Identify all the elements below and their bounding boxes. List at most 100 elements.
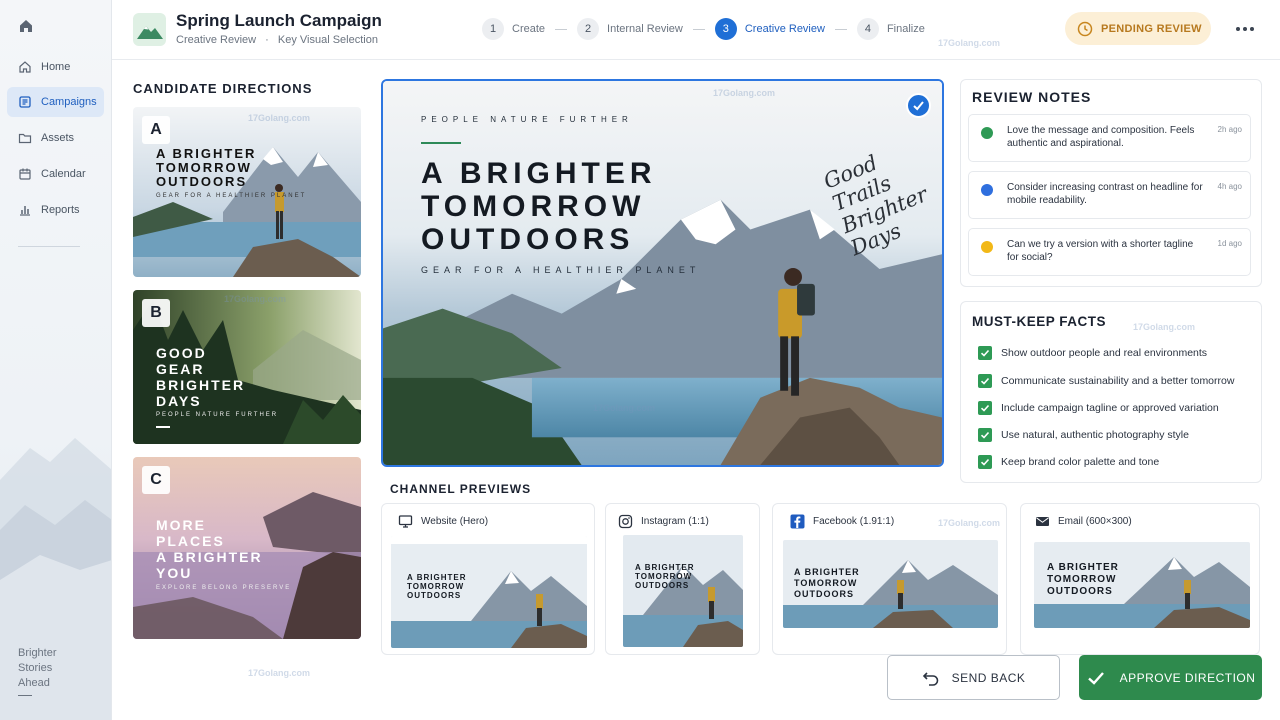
review-note[interactable]: Can we try a version with a shorter tagl… [968, 228, 1251, 276]
status-text: PENDING REVIEW [1101, 22, 1202, 35]
campaigns-icon [19, 96, 31, 108]
header: Spring Launch Campaign Creative Review ·… [112, 0, 1280, 60]
breadcrumb-item[interactable]: Creative Review [176, 34, 256, 46]
preview-headline: A BRIGHTER TOMORROW OUTDOORS [794, 567, 860, 599]
candidate-headline: MORE PLACES A BRIGHTER YOU [156, 517, 263, 581]
checkbox-checked-icon[interactable] [978, 455, 992, 469]
note-text: Consider increasing contrast on headline… [1007, 182, 1203, 206]
sidebar-divider [18, 246, 80, 247]
undo-icon [922, 671, 938, 686]
breadcrumb: Creative Review · Key Visual Selection [176, 34, 378, 46]
workflow-stepper: 1 Create 2 Internal Review 3 Creative Revie… [482, 18, 925, 40]
watermark: 17Golang.com [248, 668, 311, 678]
fact-item[interactable]: Keep brand color palette and tone [978, 455, 1159, 469]
review-notes-title: REVIEW NOTES [972, 89, 1092, 105]
step-connector [834, 28, 847, 30]
checkbox-checked-icon[interactable] [978, 428, 992, 442]
note-status-dot [981, 241, 993, 253]
step-internal-review[interactable]: 2 Internal Review [577, 18, 683, 40]
step-finalize[interactable]: 4 Finalize [856, 18, 925, 40]
checkbox-checked-icon[interactable] [978, 346, 992, 360]
app-tagline: Brighter Stories Ahead [18, 647, 57, 689]
previews-title: CHANNEL PREVIEWS [390, 482, 532, 496]
approve-label: APPROVE DIRECTION [1119, 670, 1256, 685]
sidebar-item-calendar[interactable]: Calendar [7, 159, 104, 189]
sidebar-item-home[interactable]: Home [7, 52, 104, 82]
candidate-card-c[interactable]: C MORE PLACES A BRIGHTER YOU EXPLORE BEL… [133, 457, 361, 639]
send-back-button[interactable]: SEND BACK [887, 655, 1060, 700]
preview-headline: A BRIGHTER TOMORROW OUTDOORS [1047, 562, 1119, 597]
note-timestamp: 2h ago [1217, 125, 1242, 134]
preview-instagram[interactable]: Instagram (1:1) A BRIGHTER TOMORROW OUTD… [605, 503, 760, 655]
hero-headline: A BRIGHTER TOMORROW OUTDOORS [421, 157, 657, 256]
watermark: 17Golang.com [1133, 322, 1196, 332]
fact-item[interactable]: Show outdoor people and real environment… [978, 346, 1207, 360]
step-number: 3 [714, 18, 737, 40]
candidate-tagline: EXPLORE BELONG PRESERVE [156, 585, 292, 591]
preview-headline: A BRIGHTER TOMORROW OUTDOORS [635, 563, 695, 590]
monitor-icon [398, 515, 413, 528]
step-create[interactable]: 1 Create [482, 18, 545, 40]
hero-subtitle: GEAR FOR A HEALTHIER PLANET [421, 265, 701, 275]
candidate-tagline: GEAR FOR A HEALTHIER PLANET [156, 193, 307, 199]
preview-website[interactable]: Website (Hero) A BRIGHTER TOMORROW OUTDO… [381, 503, 595, 655]
candidate-card-a[interactable]: A A BRIGHTER TOMORROW OUTDOORS GEAR FOR … [133, 107, 361, 277]
approve-direction-button[interactable]: APPROVE DIRECTION [1079, 655, 1262, 700]
preview-image: A BRIGHTER TOMORROW OUTDOORS [783, 540, 998, 628]
sidebar-item-label: Campaigns [41, 96, 97, 108]
home-icon [19, 61, 31, 73]
fact-item[interactable]: Use natural, authentic photography style [978, 428, 1189, 442]
fact-item[interactable]: Communicate sustainability and a better … [978, 374, 1234, 388]
watermark: 17Golang.com [713, 88, 776, 98]
sidebar-item-label: Calendar [41, 168, 86, 180]
checkbox-checked-icon[interactable] [978, 401, 992, 415]
preview-label: Website (Hero) [398, 514, 488, 529]
review-note[interactable]: Love the message and composition. Feels … [968, 114, 1251, 162]
candidate-headline: A BRIGHTER TOMORROW OUTDOORS [156, 146, 257, 189]
sidebar: Home Campaigns Assets Calendar Reports B… [0, 0, 112, 720]
watermark: 17Golang.com [224, 294, 287, 304]
preview-image: A BRIGHTER TOMORROW OUTDOORS [1034, 542, 1250, 628]
review-note[interactable]: Consider increasing contrast on headline… [968, 171, 1251, 219]
note-text: Love the message and composition. Feels … [1007, 125, 1195, 149]
checkmark-icon [1087, 671, 1104, 685]
calendar-icon [19, 168, 31, 180]
candidates-title: CANDIDATE DIRECTIONS [133, 81, 313, 96]
step-label: Creative Review [744, 23, 825, 35]
preview-image: A BRIGHTER TOMORROW OUTDOORS [391, 536, 587, 648]
instagram-icon [618, 514, 633, 529]
sidebar-item-assets[interactable]: Assets [7, 123, 104, 153]
more-options-icon[interactable] [1234, 18, 1256, 40]
note-timestamp: 4h ago [1217, 182, 1242, 191]
fact-item[interactable]: Include campaign tagline or approved var… [978, 401, 1219, 415]
reports-icon [20, 206, 30, 216]
fact-text: Communicate sustainability and a better … [1001, 375, 1235, 387]
candidate-card-b[interactable]: B GOOD GEAR BRIGHTER DAYS PEOPLE NATURE … [133, 290, 361, 444]
facts-title: MUST-KEEP FACTS [972, 314, 1107, 329]
preview-image: A BRIGHTER TOMORROW OUTDOORS [623, 535, 743, 647]
note-status-dot [981, 184, 993, 196]
clock-icon [1077, 21, 1093, 36]
preview-email[interactable]: Email (600×300) A BRIGHTER TOMORROW OUTD… [1020, 503, 1260, 655]
note-timestamp: 1d ago [1217, 239, 1242, 248]
selected-direction-preview[interactable]: PEOPLE NATURE FURTHER A BRIGHTER TOMORRO… [381, 79, 944, 467]
fact-text: Keep brand color palette and tone [1001, 456, 1160, 468]
sidebar-item-label: Home [41, 61, 71, 73]
fact-text: Use natural, authentic photography style [1001, 429, 1189, 441]
candidate-letter: C [142, 466, 170, 494]
sidebar-item-reports[interactable]: Reports [7, 195, 104, 225]
hero-tagline-top: PEOPLE NATURE FURTHER [421, 115, 633, 124]
note-status-dot [981, 127, 993, 139]
watermark: 17Golang.com [938, 38, 1001, 48]
checkbox-checked-icon[interactable] [978, 374, 992, 388]
candidate-tagline: PEOPLE NATURE FURTHER [156, 412, 279, 418]
fact-text: Include campaign tagline or approved var… [1001, 402, 1219, 414]
sidebar-item-campaigns[interactable]: Campaigns [7, 87, 104, 117]
folder-icon [18, 133, 32, 144]
home-logo-icon[interactable] [18, 18, 34, 34]
watermark: 17Golang.com [938, 518, 1001, 528]
step-creative-review[interactable]: 3 Creative Review [714, 18, 825, 40]
preview-label: Email (600×300) [1035, 514, 1132, 529]
fact-text: Show outdoor people and real environment… [1001, 347, 1208, 359]
candidate-headline: GOOD GEAR BRIGHTER DAYS [156, 345, 246, 409]
